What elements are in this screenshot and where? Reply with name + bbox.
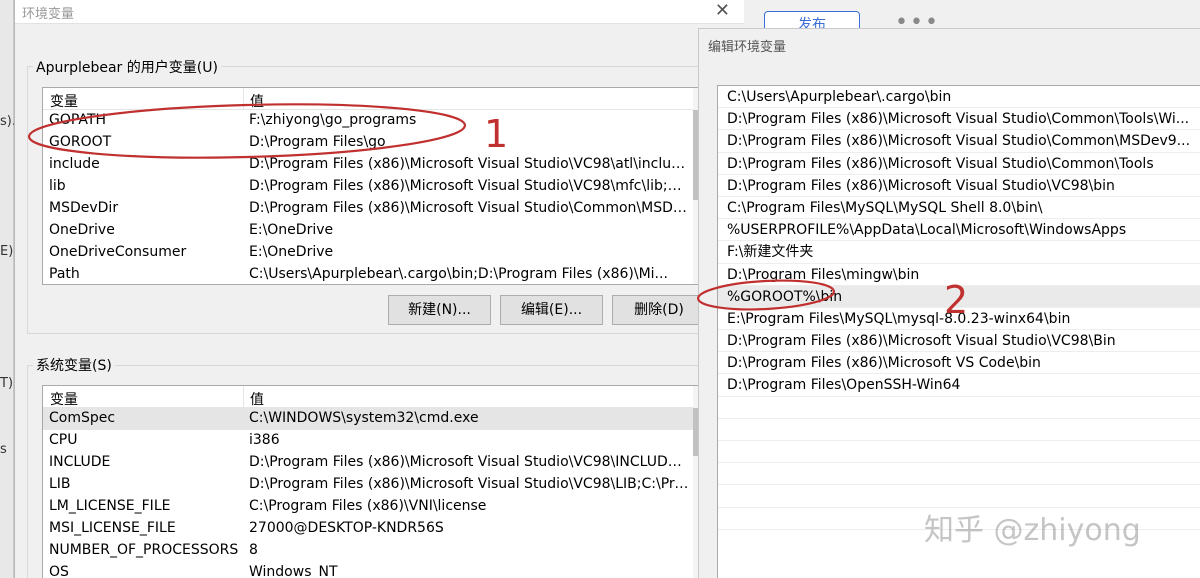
annotation-ellipse-1: [27, 103, 467, 159]
annotation-number-2: 2: [944, 278, 969, 322]
annotation-ellipse-2: [696, 279, 836, 311]
annotation-overlay: [27, 103, 836, 311]
annotation-number-1: 1: [484, 112, 509, 156]
watermark: 知乎 @zhiyong: [924, 513, 1141, 548]
